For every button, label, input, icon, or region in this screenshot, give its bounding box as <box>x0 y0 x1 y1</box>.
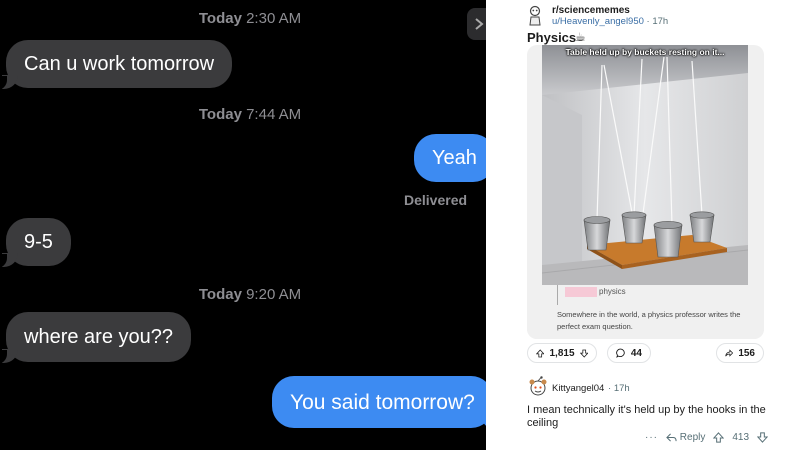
highlight-box <box>565 287 597 297</box>
comment-button[interactable]: 44 <box>607 343 651 363</box>
meme-caption: Table held up by buckets resting on it..… <box>565 47 725 57</box>
coffee-icon: ☕ <box>575 30 586 44</box>
outgoing-message: You said tomorrow? <box>272 376 486 429</box>
reply-button[interactable]: Reply <box>666 432 705 443</box>
incoming-message: Can u work tomorrow <box>0 40 233 90</box>
chat-screenshot: Today 2:30 AM Can u work tomorrow Today … <box>0 0 486 450</box>
comment-author[interactable]: Kittyangel04 <box>552 383 604 394</box>
post-image-card[interactable]: Table held up by buckets resting on it..… <box>527 45 764 339</box>
snoo-avatar-icon[interactable] <box>527 376 549 398</box>
post-title[interactable]: Physics <box>527 30 576 45</box>
arrow-down-icon[interactable] <box>579 348 588 359</box>
comment-count: 44 <box>630 347 642 359</box>
timestamp: Today 9:20 AM <box>198 286 302 303</box>
reply-arrow-icon <box>666 433 677 442</box>
arrow-up-icon[interactable] <box>713 432 725 443</box>
post-meta: u/Heavenly_angel950 · 17h <box>552 16 668 27</box>
comment-body: I mean technically it's held up by the h… <box>527 404 766 429</box>
upvote-count: 1,815 <box>549 347 575 359</box>
meme-text-strip: physics Somewhere in the world, a physic… <box>527 285 764 339</box>
subreddit-name[interactable]: r/sciencememes <box>552 5 630 16</box>
share-arrow-icon <box>725 349 734 357</box>
chevron-icon <box>475 18 484 30</box>
chevron-button[interactable] <box>467 8 486 40</box>
comment-age: · 17h <box>608 383 630 394</box>
comment-actions: ··· Reply 413 <box>645 432 769 444</box>
timestamp: Today 2:30 AM <box>198 10 302 27</box>
post-author[interactable]: u/Heavenly_angel950 <box>552 16 644 27</box>
outgoing-message: Yeah <box>414 134 486 183</box>
reddit-post: r/sciencememes u/Heavenly_angel950 · 17h… <box>486 0 800 450</box>
speech-bubble-icon <box>616 348 625 358</box>
incoming-message: 9-5 <box>0 218 71 268</box>
share-button[interactable]: 156 <box>716 343 764 363</box>
vote-pill: 1,815 <box>527 343 597 363</box>
arrow-down-icon[interactable] <box>757 432 769 443</box>
more-options-button[interactable]: ··· <box>645 432 658 443</box>
meme-tag: physics <box>599 287 626 296</box>
meme-description: Somewhere in the world, a physics profes… <box>557 310 741 331</box>
timestamp: Today 7:44 AM <box>198 106 302 123</box>
post-age: 17h <box>652 16 669 27</box>
delivered-status: Delivered <box>404 192 468 208</box>
arrow-up-icon[interactable] <box>536 348 545 359</box>
strip-divider <box>557 285 558 305</box>
subreddit-avatar-icon[interactable] <box>527 5 543 27</box>
meme-image: Table held up by buckets resting on it..… <box>542 45 748 285</box>
incoming-message: where are you?? <box>0 312 191 364</box>
comment-score: 413 <box>732 432 750 444</box>
share-count: 156 <box>738 347 755 359</box>
bucket-table-illustration <box>542 45 748 285</box>
